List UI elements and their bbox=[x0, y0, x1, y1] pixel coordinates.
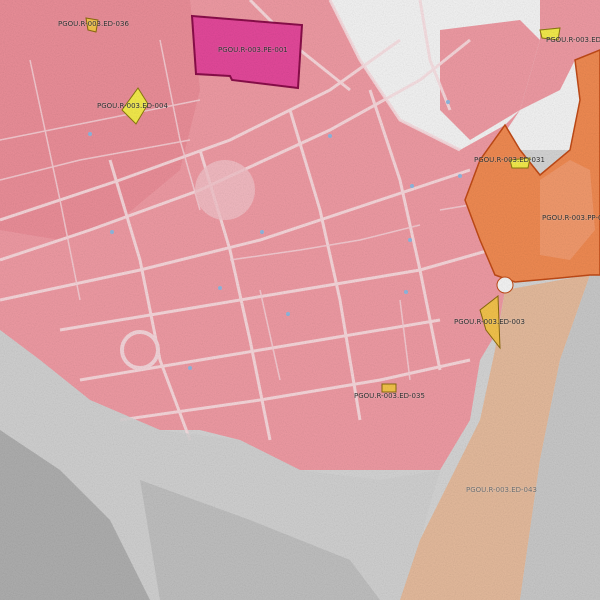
map-canvas[interactable] bbox=[0, 0, 600, 600]
parcel-ed-center-bottom[interactable] bbox=[381, 383, 397, 393]
label-ed-top-right[interactable]: PGOU.R-003.ED- bbox=[546, 36, 600, 44]
zoning-map[interactable]: PGOU.R-003.ED-036 PGOU.R-003.PE-001 PGOU… bbox=[0, 0, 600, 600]
label-ed-036[interactable]: PGOU.R-003.ED-036 bbox=[58, 20, 129, 28]
label-ed-003[interactable]: PGOU.R-003.ED-003 bbox=[454, 318, 525, 326]
label-pe-001[interactable]: PGOU.R-003.PE-001 bbox=[218, 46, 288, 54]
plaza-circle bbox=[195, 160, 255, 220]
label-pp-right[interactable]: PGOU.R-003.PP-0 bbox=[542, 214, 600, 222]
orange-zone-node bbox=[496, 276, 514, 294]
label-ed-bottom-faded[interactable]: PGOU.R-003.ED-043 bbox=[466, 486, 537, 494]
label-ed-004[interactable]: PGOU.R-003.ED-004 bbox=[97, 102, 168, 110]
label-ed-031[interactable]: PGOU.R-003.ED-031 bbox=[474, 156, 545, 164]
label-ed-center-bottom[interactable]: PGOU.R-003.ED-035 bbox=[354, 392, 425, 400]
